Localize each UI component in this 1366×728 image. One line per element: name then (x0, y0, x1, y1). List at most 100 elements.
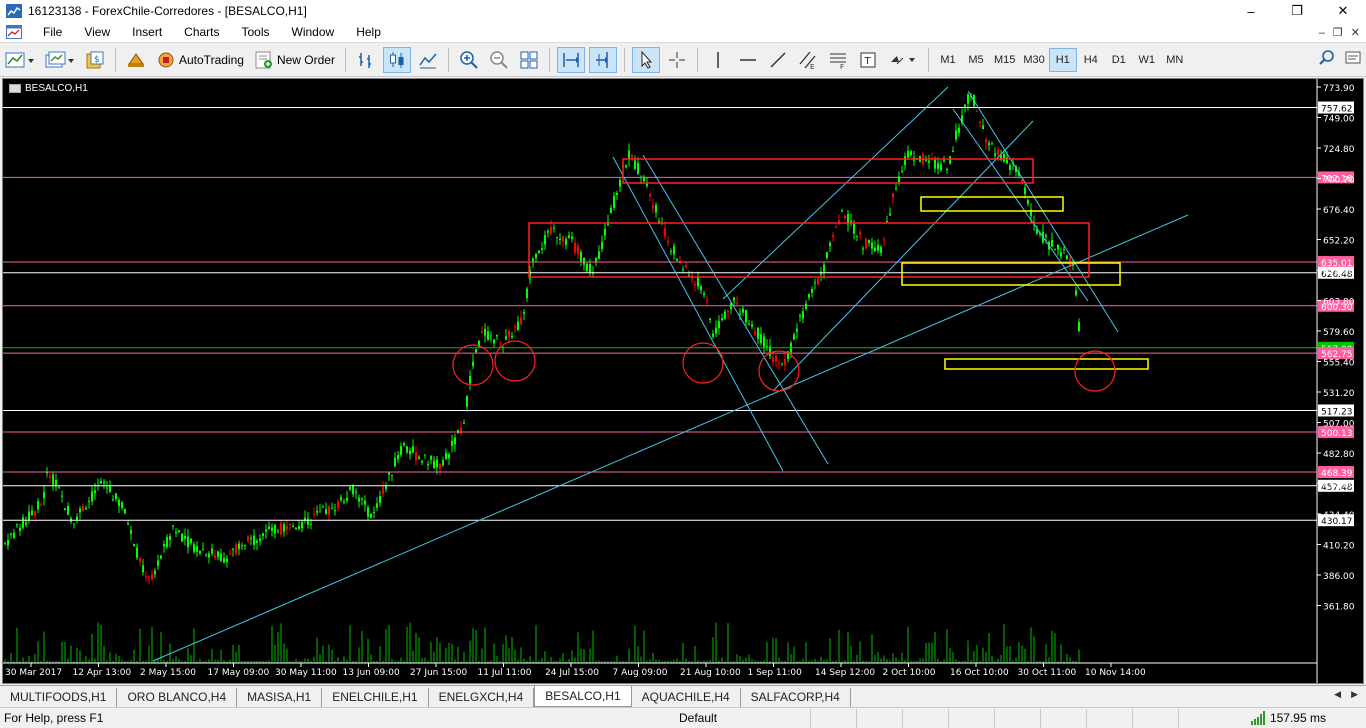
candle-body (136, 547, 138, 558)
candlestick-button[interactable] (382, 46, 411, 73)
candle-body (1045, 235, 1047, 237)
candle-body (586, 263, 588, 272)
candle-body (535, 253, 537, 259)
candle-body (343, 501, 345, 503)
search-icon (1319, 50, 1334, 65)
candle-body (610, 207, 612, 214)
market-watch-button[interactable]: $ (82, 47, 108, 73)
timeframe-m15[interactable]: M15 (990, 48, 1019, 72)
timeframe-m5[interactable]: M5 (962, 48, 990, 72)
tab-besalco[interactable]: BESALCO,H1 (534, 686, 632, 707)
search-button[interactable] (1318, 49, 1336, 70)
level-price-label: 500.13 (1321, 429, 1353, 439)
chart-shift-button[interactable] (588, 46, 617, 73)
candle-body (1003, 153, 1005, 162)
status-profile[interactable]: Default (679, 711, 717, 725)
profiles-button[interactable] (42, 47, 78, 73)
tab-multifoods[interactable]: MULTIFOODS,H1 (0, 688, 118, 707)
candle-body (544, 235, 546, 245)
fibonacci-tool-button[interactable]: F (825, 47, 851, 73)
trendline (772, 120, 1034, 392)
tab-oro-blanco[interactable]: ORO BLANCO,H4 (117, 688, 238, 707)
timeframe-m1[interactable]: M1 (934, 48, 962, 72)
expert-advisors-button[interactable] (123, 47, 149, 73)
vertical-line-tool-button[interactable] (705, 47, 731, 73)
candle-body (52, 474, 54, 487)
candle-body (904, 156, 906, 165)
new-chart-button[interactable] (2, 47, 38, 73)
zoom-out-button[interactable] (486, 47, 512, 73)
connection-bars-icon (1250, 711, 1265, 725)
candle-body (238, 543, 240, 550)
arrows-tool-button[interactable] (885, 47, 921, 73)
candle-body (373, 511, 375, 513)
chart-tabs: MULTIFOODS,H1 ORO BLANCO,H4 MASISA,H1 EN… (0, 685, 1366, 707)
chart-window[interactable]: 757.62702.16635.01626.48600.30567.00562.… (2, 78, 1364, 684)
time-tick-label: 13 Jun 09:00 (343, 668, 400, 678)
menu-view[interactable]: View (73, 22, 121, 43)
price-chart[interactable]: 757.62702.16635.01626.48600.30567.00562.… (3, 79, 1363, 683)
menu-help[interactable]: Help (345, 22, 392, 43)
candle-body (880, 246, 882, 253)
tabs-scroll-right-icon[interactable]: ▶ (1351, 689, 1358, 700)
timeframe-h4[interactable]: H4 (1077, 48, 1105, 72)
mdi-restore-button[interactable]: ❐ (1333, 26, 1343, 39)
bar-chart-button[interactable] (353, 47, 379, 73)
autotrading-button[interactable]: AutoTrading (153, 47, 247, 73)
menu-insert[interactable]: Insert (121, 22, 173, 43)
candle-body (619, 179, 621, 187)
candle-body (616, 192, 618, 196)
candle-body (1078, 321, 1080, 332)
minimize-button[interactable]: – (1228, 0, 1274, 22)
tab-enelgxch[interactable]: ENELGXCH,H4 (429, 688, 535, 707)
crosshair-tool-button[interactable] (664, 47, 690, 73)
candle-body (484, 328, 486, 336)
equidistant-channel-tool-button[interactable]: E (795, 47, 821, 73)
candle-body (454, 437, 456, 445)
market-watch-icon: $ (86, 51, 104, 68)
timeframe-h1[interactable]: H1 (1048, 47, 1077, 72)
maximize-button[interactable]: ❐ (1274, 0, 1320, 22)
menu-window[interactable]: Window (281, 22, 346, 43)
candle-body (907, 150, 909, 158)
status-connection[interactable]: 157.95 ms (1250, 711, 1326, 725)
mdi-minimize-button[interactable]: – (1319, 27, 1325, 39)
close-button[interactable]: ✕ (1320, 0, 1366, 22)
menu-charts[interactable]: Charts (173, 22, 230, 43)
timeframe-d1[interactable]: D1 (1105, 48, 1133, 72)
candle-body (295, 527, 297, 529)
timeframe-w1[interactable]: W1 (1133, 48, 1161, 72)
cursor-tool-button[interactable] (631, 46, 660, 73)
auto-scroll-button[interactable] (556, 46, 585, 73)
tile-windows-button[interactable] (516, 47, 542, 73)
horizontal-line-tool-button[interactable] (735, 47, 761, 73)
text-label-tool-button[interactable]: T (855, 47, 881, 73)
menu-tools[interactable]: Tools (231, 22, 281, 43)
community-button[interactable] (1344, 49, 1362, 70)
time-axis: 30 Mar 2017 12 Apr 13:00 2 May 15:00 17 May… (5, 663, 1146, 678)
new-order-button[interactable]: New Order (251, 47, 338, 73)
candle-body (412, 446, 414, 453)
arrows-icon (890, 55, 915, 64)
candle-body (340, 496, 342, 501)
tab-enelchile[interactable]: ENELCHILE,H1 (322, 688, 429, 707)
candle-body (127, 523, 129, 525)
line-chart-button[interactable] (415, 47, 441, 73)
tab-salfacorp[interactable]: SALFACORP,H4 (741, 688, 851, 707)
candle-body (22, 517, 24, 528)
mdi-close-button[interactable]: ✕ (1351, 26, 1360, 39)
zoom-in-button[interactable] (456, 47, 482, 73)
candle-body (571, 236, 573, 240)
timeframe-mn[interactable]: MN (1161, 48, 1189, 72)
tab-masisa[interactable]: MASISA,H1 (237, 688, 323, 707)
tabs-scroll-left-icon[interactable]: ◀ (1334, 689, 1341, 700)
candle-body (796, 328, 798, 332)
timeframe-m30[interactable]: M30 (1019, 48, 1048, 72)
menu-file[interactable]: File (32, 22, 73, 43)
tab-aquachile[interactable]: AQUACHILE,H4 (632, 688, 741, 707)
price-tick-label: 458.60 (1323, 481, 1355, 491)
candle-body (1021, 180, 1023, 183)
trendline-tool-button[interactable] (765, 47, 791, 73)
candle-body (415, 452, 417, 461)
horizontal-levels: 757.62702.16635.01626.48600.30567.00562.… (3, 101, 1354, 527)
